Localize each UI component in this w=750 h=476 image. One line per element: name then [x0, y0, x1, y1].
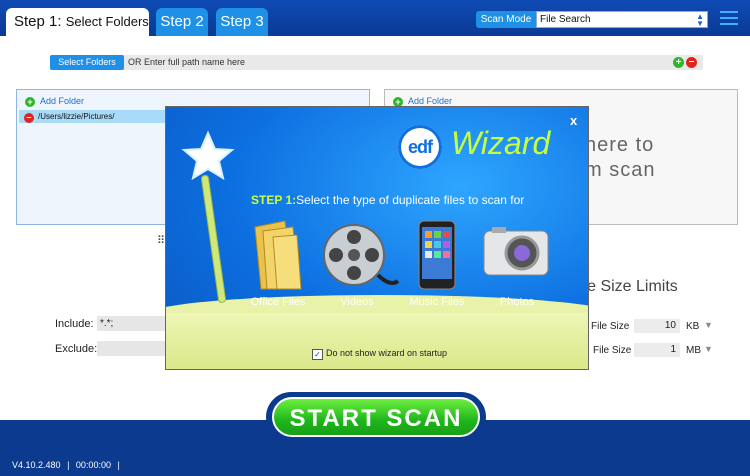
option-label: Photos	[499, 296, 535, 308]
tab-step1[interactable]: Step 1: Select Folders	[6, 8, 149, 36]
dont-show-wizard-checkbox[interactable]: ✓ Do not show wizard on startup	[312, 348, 447, 360]
version-text: V4.10.2.480	[12, 460, 61, 470]
remove-path-icon[interactable]: –	[686, 57, 697, 68]
edf-logo: edf	[398, 125, 442, 169]
min-file-size-input[interactable]: 10	[634, 319, 680, 333]
status-bar: V4.10.2.480 | 00:00:00 |	[12, 460, 120, 470]
close-icon[interactable]: x	[570, 113, 577, 128]
tab-step2[interactable]: Step 2	[156, 8, 208, 36]
scan-mode-label: Scan Mode	[476, 11, 536, 28]
scan-mode-value: File Search	[540, 14, 591, 25]
tab-step3[interactable]: Step 3	[216, 8, 268, 36]
resize-handle-icon[interactable]: ⠿	[157, 234, 165, 247]
wizard-footer	[166, 313, 588, 369]
option-label: Videos	[340, 296, 374, 308]
select-folders-button[interactable]: Select Folders	[50, 55, 124, 70]
drop-hint: here to m scan	[585, 133, 655, 183]
checkbox-label: Do not show wizard on startup	[326, 348, 448, 358]
exclude-label: Exclude:	[55, 343, 98, 355]
min-unit-dropdown-icon[interactable]: ▼	[704, 320, 713, 330]
drop-hint-line2: m scan	[585, 159, 656, 181]
option-videos[interactable]: Videos	[312, 217, 402, 308]
camera-icon	[483, 227, 549, 276]
add-folder-label: Add Folder	[40, 96, 85, 106]
include-input[interactable]: *.*;	[97, 316, 167, 331]
film-reel-icon	[323, 224, 400, 286]
timer-text: 00:00:00	[75, 460, 111, 470]
add-folder-button[interactable]: + Add Folder	[25, 95, 84, 107]
plus-icon: +	[25, 97, 35, 107]
path-input[interactable]: OR Enter full path name here	[128, 55, 245, 70]
wizard-instruction: STEP 1:Select the type of duplicate file…	[251, 193, 524, 207]
add-exclude-folder-button[interactable]: + Add Folder	[393, 95, 452, 107]
min-file-size-label: File Size	[591, 321, 630, 332]
plus-icon: +	[393, 97, 403, 107]
hamburger-menu-icon[interactable]	[720, 11, 738, 25]
top-bar: Step 1: Select Folders Step 2 Step 3 Sca…	[0, 0, 750, 36]
start-scan-frame: START SCAN	[266, 392, 486, 442]
select-arrows-icon: ▲ ▼	[696, 12, 704, 28]
wizard-dialog: x edf Wizard STEP 1:Select the type of d…	[166, 107, 588, 369]
max-file-size-input[interactable]: 1	[634, 343, 680, 357]
add-folder-label: Add Folder	[408, 96, 453, 106]
app-window: Step 1: Select Folders Step 2 Step 3 Sca…	[0, 0, 750, 476]
option-office-files[interactable]: Office Files	[233, 217, 323, 308]
logo-text: edf	[408, 137, 433, 157]
wizard-step-text: Select the type of duplicate files to sc…	[296, 193, 525, 207]
checkbox-checked-icon[interactable]: ✓	[312, 349, 323, 360]
max-unit-dropdown-icon[interactable]: ▼	[704, 344, 713, 354]
remove-folder-icon[interactable]: –	[24, 113, 34, 123]
folder-icon	[254, 220, 302, 290]
music-player-icon	[418, 220, 456, 290]
path-bar: Select Folders OR Enter full path name h…	[50, 55, 703, 70]
exclude-input[interactable]	[97, 341, 167, 356]
max-file-size-label: File Size	[593, 345, 632, 356]
min-file-size-unit[interactable]: KB	[686, 321, 699, 332]
option-label: Office Files	[250, 296, 306, 308]
option-music-files[interactable]: Music Files	[392, 217, 482, 308]
folder-list-item[interactable]: –/Users/lizzie/Pictures/	[19, 110, 169, 123]
tab-step1-name: Select Folders	[65, 14, 149, 29]
wizard-title: Wizard	[451, 125, 551, 161]
add-path-icon[interactable]: +	[673, 57, 684, 68]
max-file-size-unit[interactable]: MB	[686, 345, 701, 356]
drop-hint-line1: here to	[585, 134, 655, 156]
include-label: Include:	[55, 318, 94, 330]
start-scan-button[interactable]: START SCAN	[272, 397, 480, 437]
folder-path: /Users/lizzie/Pictures/	[38, 112, 115, 121]
option-photos[interactable]: Photos	[472, 217, 562, 308]
file-size-title: ile Size Limits	[580, 278, 678, 295]
wizard-step-label: STEP 1:	[251, 193, 297, 207]
scan-mode-select[interactable]: File Search ▲ ▼	[536, 11, 708, 28]
option-label: Music Files	[409, 296, 465, 308]
tab-step1-prefix: Step 1:	[14, 13, 62, 30]
